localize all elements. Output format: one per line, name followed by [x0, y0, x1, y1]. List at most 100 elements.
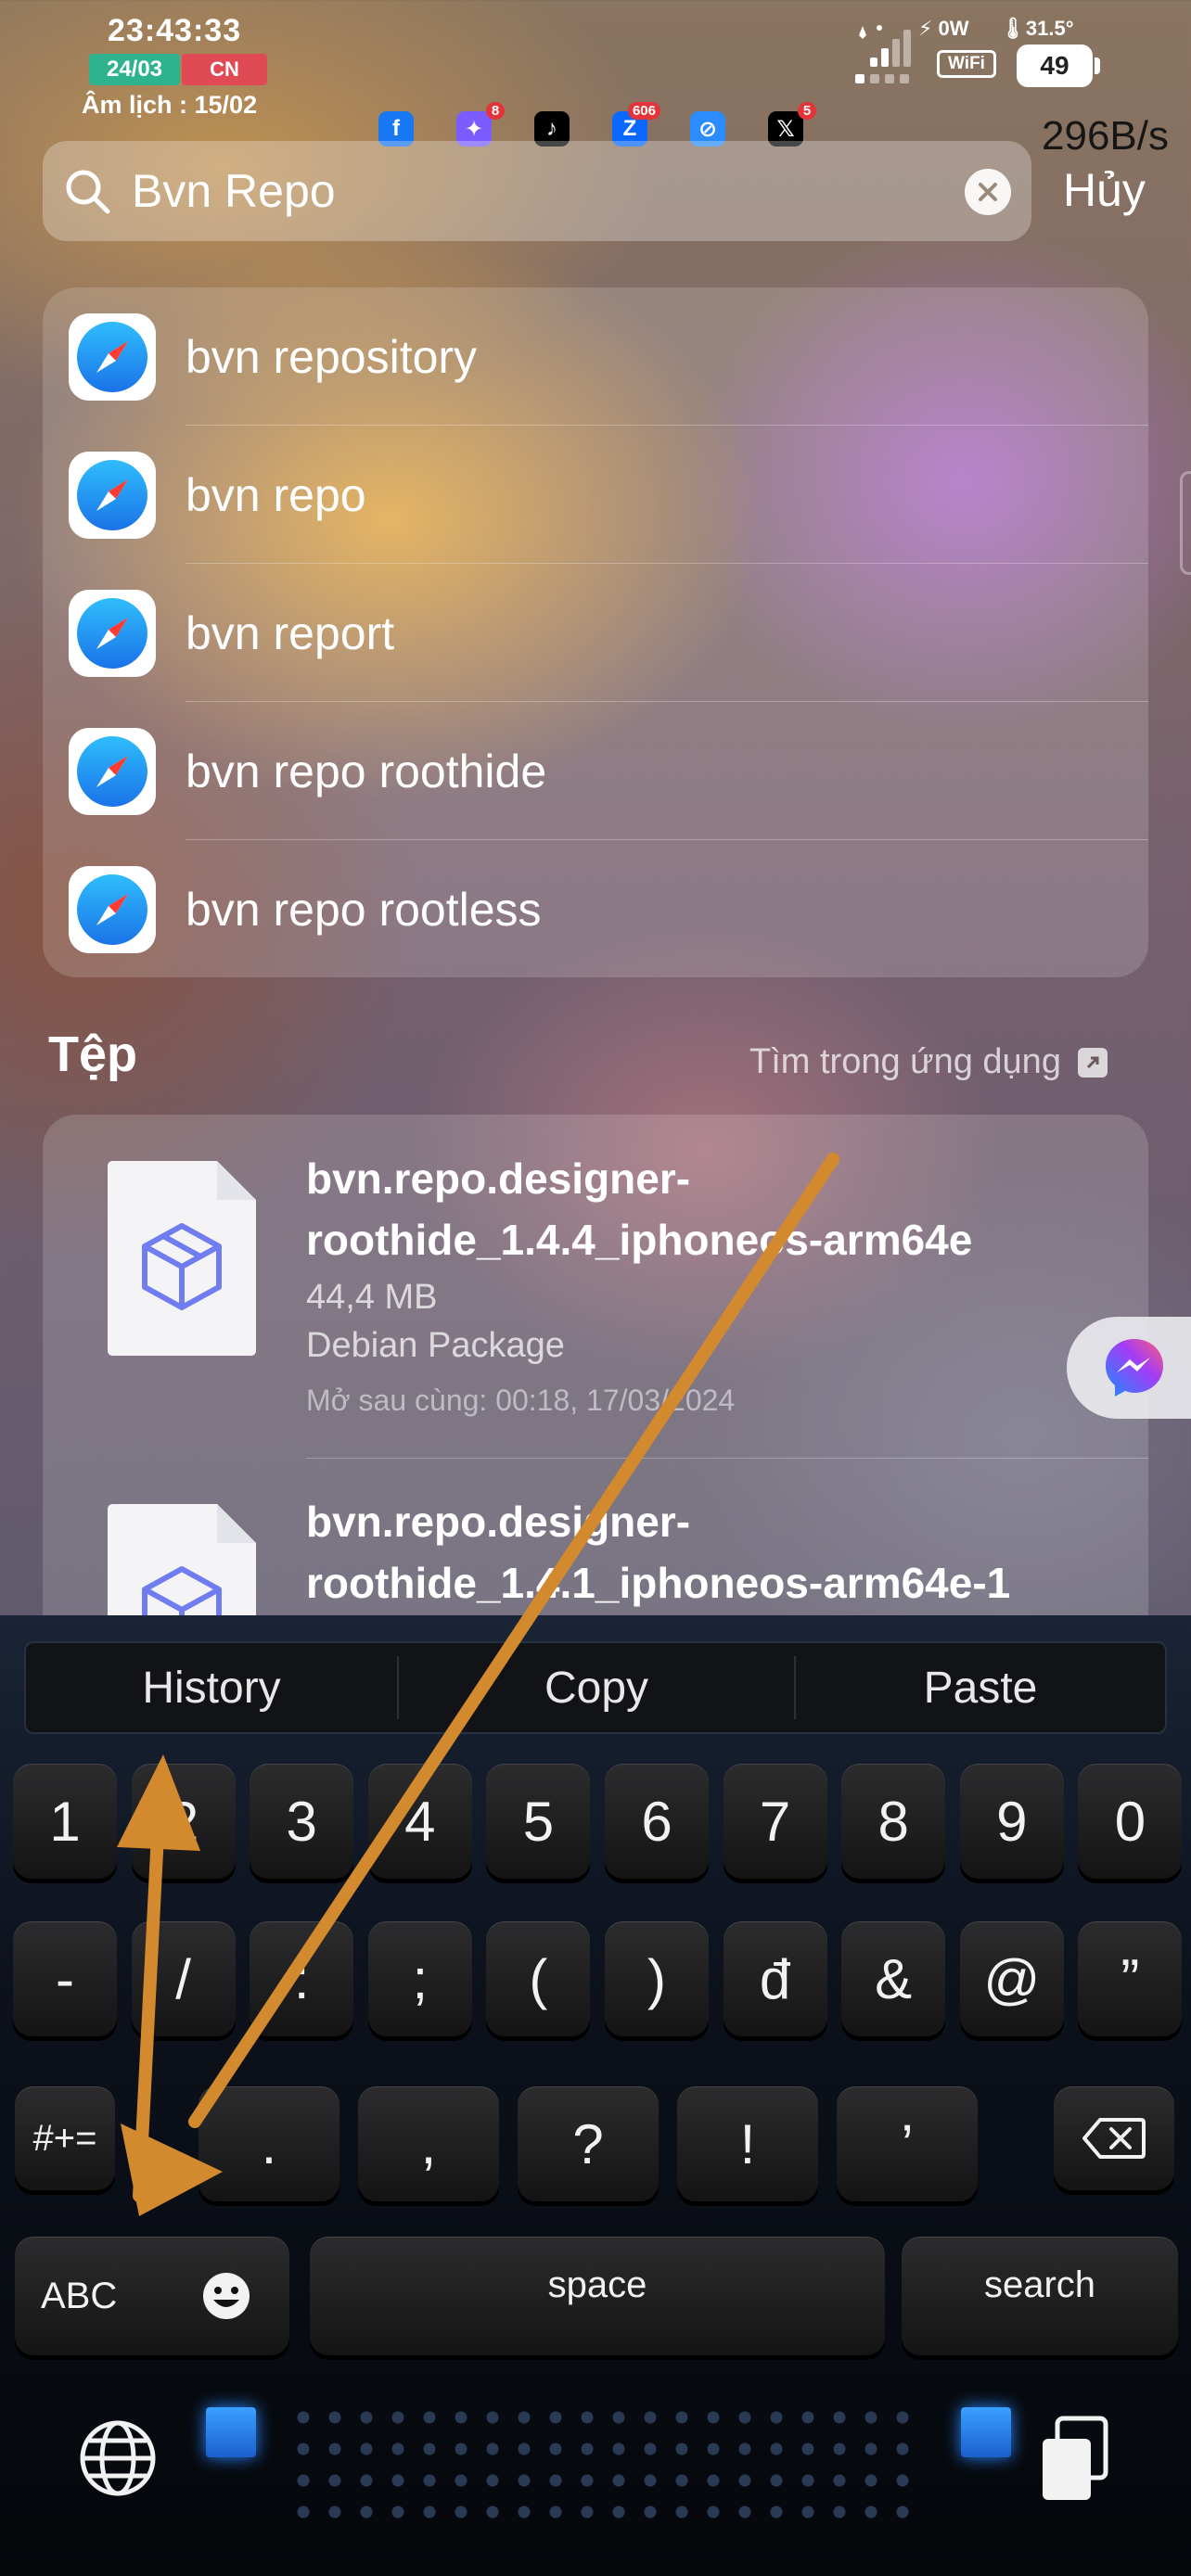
- weekday-badge: CN: [182, 54, 267, 85]
- notification-badge: 606: [627, 102, 660, 120]
- files-list: bvn.repo.designer- roothide_1.4.4_iphone…: [43, 1115, 1148, 1634]
- key-2[interactable]: /: [131, 1921, 236, 2036]
- search-in-app-link[interactable]: Tìm trong ứng dụng: [749, 1042, 1108, 1082]
- key-7[interactable]: đ: [723, 1921, 827, 2036]
- battery-icon: 49: [1017, 45, 1093, 87]
- key-2[interactable]: 2: [131, 1764, 236, 1879]
- search-input[interactable]: Bvn Repo: [132, 164, 336, 218]
- abc-key-label: ABC: [41, 2275, 118, 2316]
- suggestion-row[interactable]: bvn repo rootless: [43, 840, 1148, 978]
- wifi-icon: WiFi: [937, 50, 996, 78]
- search-suggestions: bvn repository bvn repo bvn report bvn r…: [43, 287, 1148, 977]
- file-name-line: roothide_1.4.1_iphoneos-arm64e-1: [306, 1559, 1011, 1607]
- key-2[interactable]: ,: [358, 2086, 499, 2201]
- key-7[interactable]: 7: [723, 1764, 827, 1879]
- safari-icon: [69, 590, 156, 677]
- abc-key[interactable]: ABC: [15, 2237, 289, 2355]
- key-3[interactable]: ?: [518, 2086, 659, 2201]
- key-10[interactable]: ”: [1078, 1921, 1183, 2036]
- file-size: 44,4 MB: [306, 1278, 438, 1317]
- history-button[interactable]: History: [26, 1643, 397, 1732]
- emoji-icon[interactable]: [200, 2270, 252, 2322]
- messenger-icon: [1106, 1339, 1163, 1396]
- suggestion-label: bvn repo: [186, 469, 366, 521]
- suggestion-label: bvn repository: [186, 331, 478, 383]
- file-name-line: bvn.repo.designer-: [306, 1154, 691, 1203]
- key-3[interactable]: :: [250, 1921, 354, 2036]
- key-9[interactable]: 9: [959, 1764, 1064, 1879]
- key-1[interactable]: .: [198, 2086, 339, 2201]
- safari-icon: [69, 313, 156, 401]
- file-type: Debian Package: [306, 1326, 565, 1365]
- delete-key[interactable]: [1054, 2086, 1174, 2190]
- key-1[interactable]: -: [13, 1921, 117, 2036]
- suggestion-row[interactable]: bvn repository: [43, 287, 1148, 426]
- file-icon: [108, 1161, 256, 1356]
- suggestion-row[interactable]: bvn report: [43, 564, 1148, 702]
- lunar-date: Âm lịch : 15/02: [82, 91, 258, 119]
- suggestion-row[interactable]: bvn repo: [43, 426, 1148, 564]
- clipboard-icon[interactable]: [1037, 2415, 1111, 2504]
- notification-glyph: ♪: [546, 116, 557, 141]
- notification-glyph: 𝕏: [776, 116, 795, 142]
- file-icon: [108, 1504, 256, 1634]
- file-last-opened: Mở sau cùng: 00:18, 17/03/2024: [306, 1384, 736, 1417]
- symbols-mode-key[interactable]: #+=: [15, 2086, 115, 2190]
- date-badge: 24/03: [89, 54, 180, 85]
- key-8[interactable]: 8: [841, 1764, 946, 1879]
- keyboard-toolbar: History Copy Paste: [26, 1643, 1165, 1732]
- battery-tip: [1095, 57, 1100, 74]
- globe-icon[interactable]: [76, 2417, 160, 2500]
- power-readout: ⚡ 0W: [918, 17, 969, 40]
- space-key[interactable]: space: [310, 2237, 885, 2355]
- key-4[interactable]: ;: [367, 1921, 472, 2036]
- notification-glyph: ✦: [464, 116, 484, 142]
- side-handle[interactable]: [1180, 471, 1191, 575]
- close-icon: [979, 183, 997, 201]
- key-9[interactable]: @: [959, 1921, 1064, 2036]
- cellular-signal-icon: [855, 25, 911, 83]
- suggestion-row[interactable]: bvn repo roothide: [43, 702, 1148, 840]
- search-icon: [66, 170, 110, 214]
- search-key[interactable]: search: [902, 2237, 1178, 2355]
- network-speed: 296B/s: [1042, 113, 1169, 159]
- key-1[interactable]: 1: [13, 1764, 117, 1879]
- key-3[interactable]: 3: [250, 1764, 354, 1879]
- status-time: 23:43:33: [108, 13, 242, 48]
- search-field[interactable]: Bvn Repo: [43, 141, 1031, 241]
- key-8[interactable]: &: [841, 1921, 946, 2036]
- key-5[interactable]: 5: [486, 1764, 591, 1879]
- messenger-chat-head[interactable]: [1067, 1317, 1191, 1419]
- key-6[interactable]: ): [605, 1921, 709, 2036]
- files-section-heading: Tệp: [48, 1027, 138, 1082]
- divider: [306, 1458, 1148, 1459]
- file-name[interactable]: bvn.repo.designer- roothide_1.4.1_iphone…: [306, 1491, 1104, 1613]
- notification-badge: 5: [798, 102, 816, 120]
- clear-search-button[interactable]: [965, 169, 1011, 215]
- key-10[interactable]: 0: [1078, 1764, 1183, 1879]
- safari-icon: [69, 866, 156, 953]
- key-4[interactable]: 4: [367, 1764, 472, 1879]
- file-name-line: bvn.repo.designer-: [306, 1498, 691, 1546]
- speaker-grille: [288, 2402, 918, 2522]
- key-5[interactable]: ’: [837, 2086, 978, 2201]
- file-name[interactable]: bvn.repo.designer- roothide_1.4.4_iphone…: [306, 1148, 1104, 1270]
- file-name-line: roothide_1.4.4_iphoneos-arm64e: [306, 1216, 973, 1264]
- notification-glyph: f: [392, 116, 400, 141]
- key-6[interactable]: 6: [605, 1764, 709, 1879]
- key-5[interactable]: (: [486, 1921, 591, 2036]
- key-4[interactable]: !: [677, 2086, 818, 2201]
- search-in-app-label: Tìm trong ứng dụng: [749, 1042, 1061, 1081]
- open-external-icon: [1077, 1047, 1108, 1078]
- safari-icon: [69, 728, 156, 815]
- suggestion-label: bvn report: [186, 607, 395, 659]
- notification-glyph: Z: [622, 116, 637, 141]
- cancel-button[interactable]: Hủy: [1063, 163, 1146, 217]
- temperature-readout: 🌡31.5°: [1000, 17, 1074, 40]
- paste-button[interactable]: Paste: [796, 1643, 1165, 1732]
- backspace-icon: [1082, 2118, 1146, 2159]
- copy-button[interactable]: Copy: [399, 1643, 794, 1732]
- notification-glyph: ⊘: [698, 116, 718, 142]
- notification-badge: 8: [486, 102, 505, 120]
- key-glow: [961, 2407, 1011, 2457]
